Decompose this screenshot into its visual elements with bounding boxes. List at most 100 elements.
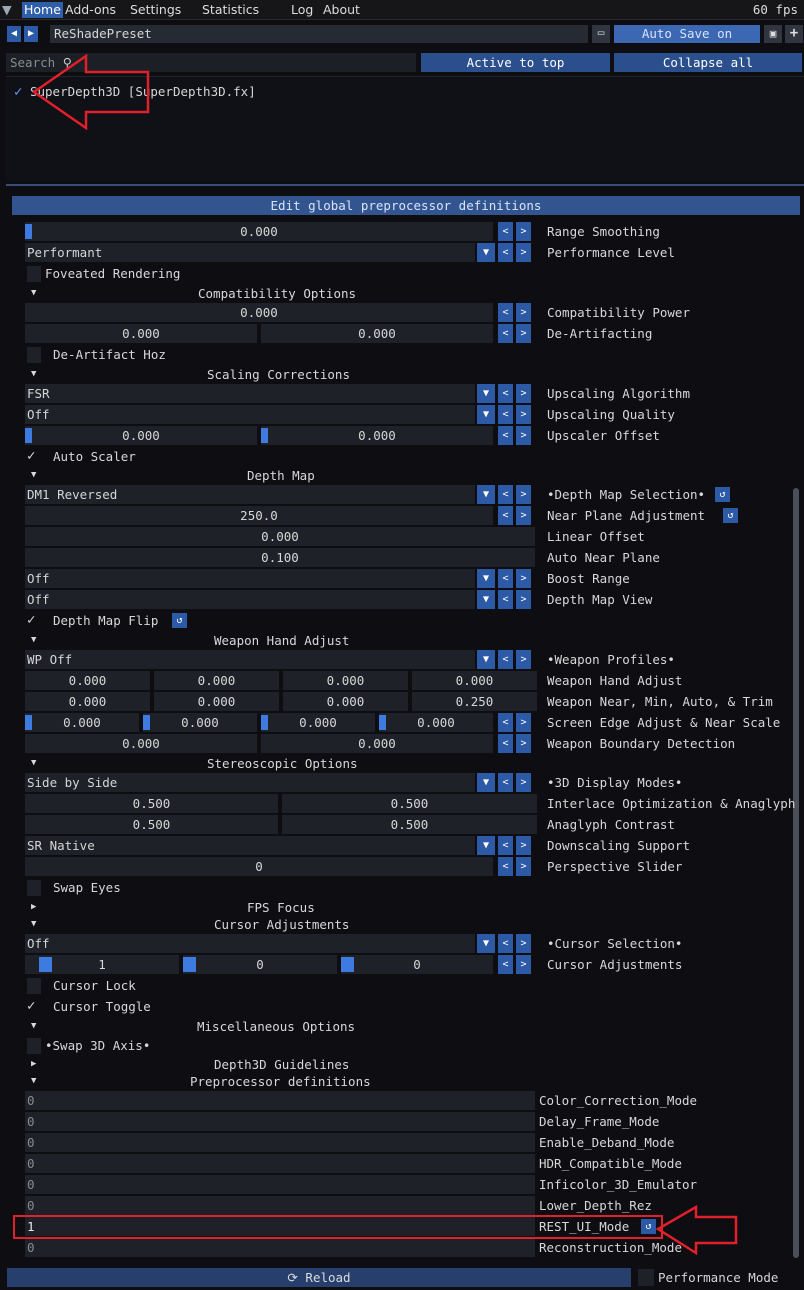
collapse-arrow-icon[interactable]: ▼ bbox=[31, 288, 36, 298]
anaglyph-slider-2[interactable]: 0.500 bbox=[282, 815, 537, 834]
preproc-value-field[interactable]: 0 bbox=[25, 1238, 535, 1257]
increment-icon[interactable]: > bbox=[516, 426, 531, 445]
collapse-arrow-icon[interactable]: ▼ bbox=[31, 1021, 36, 1031]
slider-grab[interactable] bbox=[261, 715, 268, 730]
range-smoothing-slider[interactable]: 0.000 bbox=[25, 222, 493, 241]
slider-grab[interactable] bbox=[261, 428, 268, 443]
add-preset-icon[interactable]: + bbox=[785, 25, 803, 43]
weapon-hand-slider-1[interactable]: 0.000 bbox=[25, 671, 150, 690]
decrement-icon[interactable]: < bbox=[498, 773, 513, 792]
screen-edge-slider-3[interactable]: 0.000 bbox=[261, 713, 375, 732]
decrement-icon[interactable]: < bbox=[498, 485, 513, 504]
menu-settings[interactable]: Settings bbox=[128, 2, 183, 18]
increment-icon[interactable]: > bbox=[516, 857, 531, 876]
reset-icon[interactable]: ↺ bbox=[723, 508, 738, 523]
slider-grab[interactable] bbox=[39, 957, 52, 972]
reset-icon[interactable]: ↺ bbox=[715, 487, 730, 502]
interlace-slider-2[interactable]: 0.500 bbox=[282, 794, 537, 813]
decrement-icon[interactable]: < bbox=[498, 955, 513, 974]
scrollbar-thumb[interactable] bbox=[793, 488, 799, 1258]
decrement-icon[interactable]: < bbox=[498, 384, 513, 403]
dropdown-icon[interactable]: ▼ bbox=[477, 836, 495, 855]
collapse-arrow-icon[interactable]: ▼ bbox=[31, 919, 36, 929]
increment-icon[interactable]: > bbox=[516, 650, 531, 669]
decrement-icon[interactable]: < bbox=[498, 222, 513, 241]
swap-eyes-checkbox[interactable] bbox=[27, 880, 41, 896]
dropdown-icon[interactable]: ▼ bbox=[477, 590, 495, 609]
compat-power-slider[interactable]: 0.000 bbox=[25, 303, 493, 322]
slider-grab[interactable] bbox=[25, 715, 32, 730]
auto-scaler-check-icon[interactable]: ✓ bbox=[27, 447, 35, 466]
upscaling-quality-combo[interactable]: Off bbox=[25, 405, 475, 424]
decrement-icon[interactable]: < bbox=[498, 324, 513, 343]
decrement-icon[interactable]: < bbox=[498, 590, 513, 609]
upscaler-offset-slider-1[interactable]: 0.000 bbox=[25, 426, 257, 445]
increment-icon[interactable]: > bbox=[516, 222, 531, 241]
increment-icon[interactable]: > bbox=[516, 836, 531, 855]
increment-icon[interactable]: > bbox=[516, 303, 531, 322]
screen-edge-slider-4[interactable]: 0.000 bbox=[379, 713, 493, 732]
menu-addons[interactable]: Add-ons bbox=[63, 2, 118, 18]
weapon-near-slider-2[interactable]: 0.000 bbox=[154, 692, 279, 711]
increment-icon[interactable]: > bbox=[516, 569, 531, 588]
decrement-icon[interactable]: < bbox=[498, 506, 513, 525]
decrement-icon[interactable]: < bbox=[498, 650, 513, 669]
weapon-hand-slider-2[interactable]: 0.000 bbox=[154, 671, 279, 690]
de-artifact-hoz-checkbox[interactable] bbox=[27, 347, 41, 363]
next-preset-icon[interactable]: ▶ bbox=[24, 26, 38, 42]
cursor-adjust-slider-2[interactable]: 0 bbox=[183, 955, 337, 974]
reset-icon[interactable]: ↺ bbox=[172, 613, 187, 628]
linear-offset-slider[interactable]: 0.000 bbox=[25, 527, 535, 546]
performance-level-combo[interactable]: Performant bbox=[25, 243, 475, 262]
menu-about[interactable]: About bbox=[321, 2, 362, 18]
interlace-slider-1[interactable]: 0.500 bbox=[25, 794, 278, 813]
splitter[interactable] bbox=[6, 184, 804, 186]
menu-home[interactable]: Home bbox=[22, 2, 63, 18]
depth-map-view-combo[interactable]: Off bbox=[25, 590, 475, 609]
folder-icon[interactable]: ▭ bbox=[592, 25, 610, 43]
weapon-near-slider-1[interactable]: 0.000 bbox=[25, 692, 150, 711]
save-icon[interactable]: ▣ bbox=[764, 25, 782, 43]
upscaling-algorithm-combo[interactable]: FSR bbox=[25, 384, 475, 403]
cursor-adjust-slider-1[interactable]: 1 bbox=[25, 955, 179, 974]
misc-header[interactable]: Miscellaneous Options bbox=[197, 1017, 355, 1036]
expand-arrow-icon[interactable]: ▶ bbox=[31, 902, 36, 912]
dropdown-icon[interactable]: ▼ bbox=[477, 485, 495, 504]
weapon-near-slider-3[interactable]: 0.000 bbox=[283, 692, 408, 711]
dropdown-icon[interactable]: ▼ bbox=[477, 569, 495, 588]
check-icon[interactable]: ✓ bbox=[14, 84, 22, 100]
dropdown-icon[interactable]: ▼ bbox=[477, 243, 495, 262]
preproc-value-field[interactable]: 0 bbox=[25, 1154, 535, 1173]
cursor-selection-combo[interactable]: Off bbox=[25, 934, 475, 953]
slider-grab[interactable] bbox=[25, 428, 32, 443]
downscaling-combo[interactable]: SR Native bbox=[25, 836, 475, 855]
increment-icon[interactable]: > bbox=[516, 713, 531, 732]
slider-grab[interactable] bbox=[379, 715, 386, 730]
scaling-header[interactable]: Scaling Corrections bbox=[207, 365, 350, 384]
preproc-value-field[interactable]: 0 bbox=[25, 1112, 535, 1131]
compat-header[interactable]: Compatibility Options bbox=[198, 284, 356, 303]
increment-icon[interactable]: > bbox=[516, 243, 531, 262]
decrement-icon[interactable]: < bbox=[498, 734, 513, 753]
upscaler-offset-slider-2[interactable]: 0.000 bbox=[261, 426, 493, 445]
decrement-icon[interactable]: < bbox=[498, 569, 513, 588]
prev-preset-icon[interactable]: ◀ bbox=[7, 26, 21, 42]
weapon-boundary-slider-2[interactable]: 0.000 bbox=[261, 734, 493, 753]
dropdown-icon[interactable]: ▼ bbox=[477, 650, 495, 669]
de-artifacting-slider-2[interactable]: 0.000 bbox=[261, 324, 493, 343]
dropdown-icon[interactable]: ▼ bbox=[477, 405, 495, 424]
collapse-arrow-icon[interactable]: ▼ bbox=[31, 635, 36, 645]
active-to-top-button[interactable]: Active to top bbox=[421, 53, 610, 72]
cursor-adjust-slider-3[interactable]: 0 bbox=[341, 955, 493, 974]
increment-icon[interactable]: > bbox=[516, 773, 531, 792]
performance-mode-checkbox[interactable] bbox=[638, 1269, 654, 1286]
swap-3d-axis-checkbox[interactable] bbox=[27, 1038, 41, 1054]
menu-log[interactable]: Log bbox=[289, 2, 315, 18]
decrement-icon[interactable]: < bbox=[498, 934, 513, 953]
auto-near-plane-slider[interactable]: 0.100 bbox=[25, 548, 535, 567]
dropdown-icon[interactable]: ▼ bbox=[477, 384, 495, 403]
increment-icon[interactable]: > bbox=[516, 734, 531, 753]
weapon-profiles-combo[interactable]: WP Off bbox=[25, 650, 475, 669]
collapse-menu-icon[interactable]: ▼ bbox=[0, 2, 14, 18]
menu-statistics[interactable]: Statistics bbox=[200, 2, 261, 18]
